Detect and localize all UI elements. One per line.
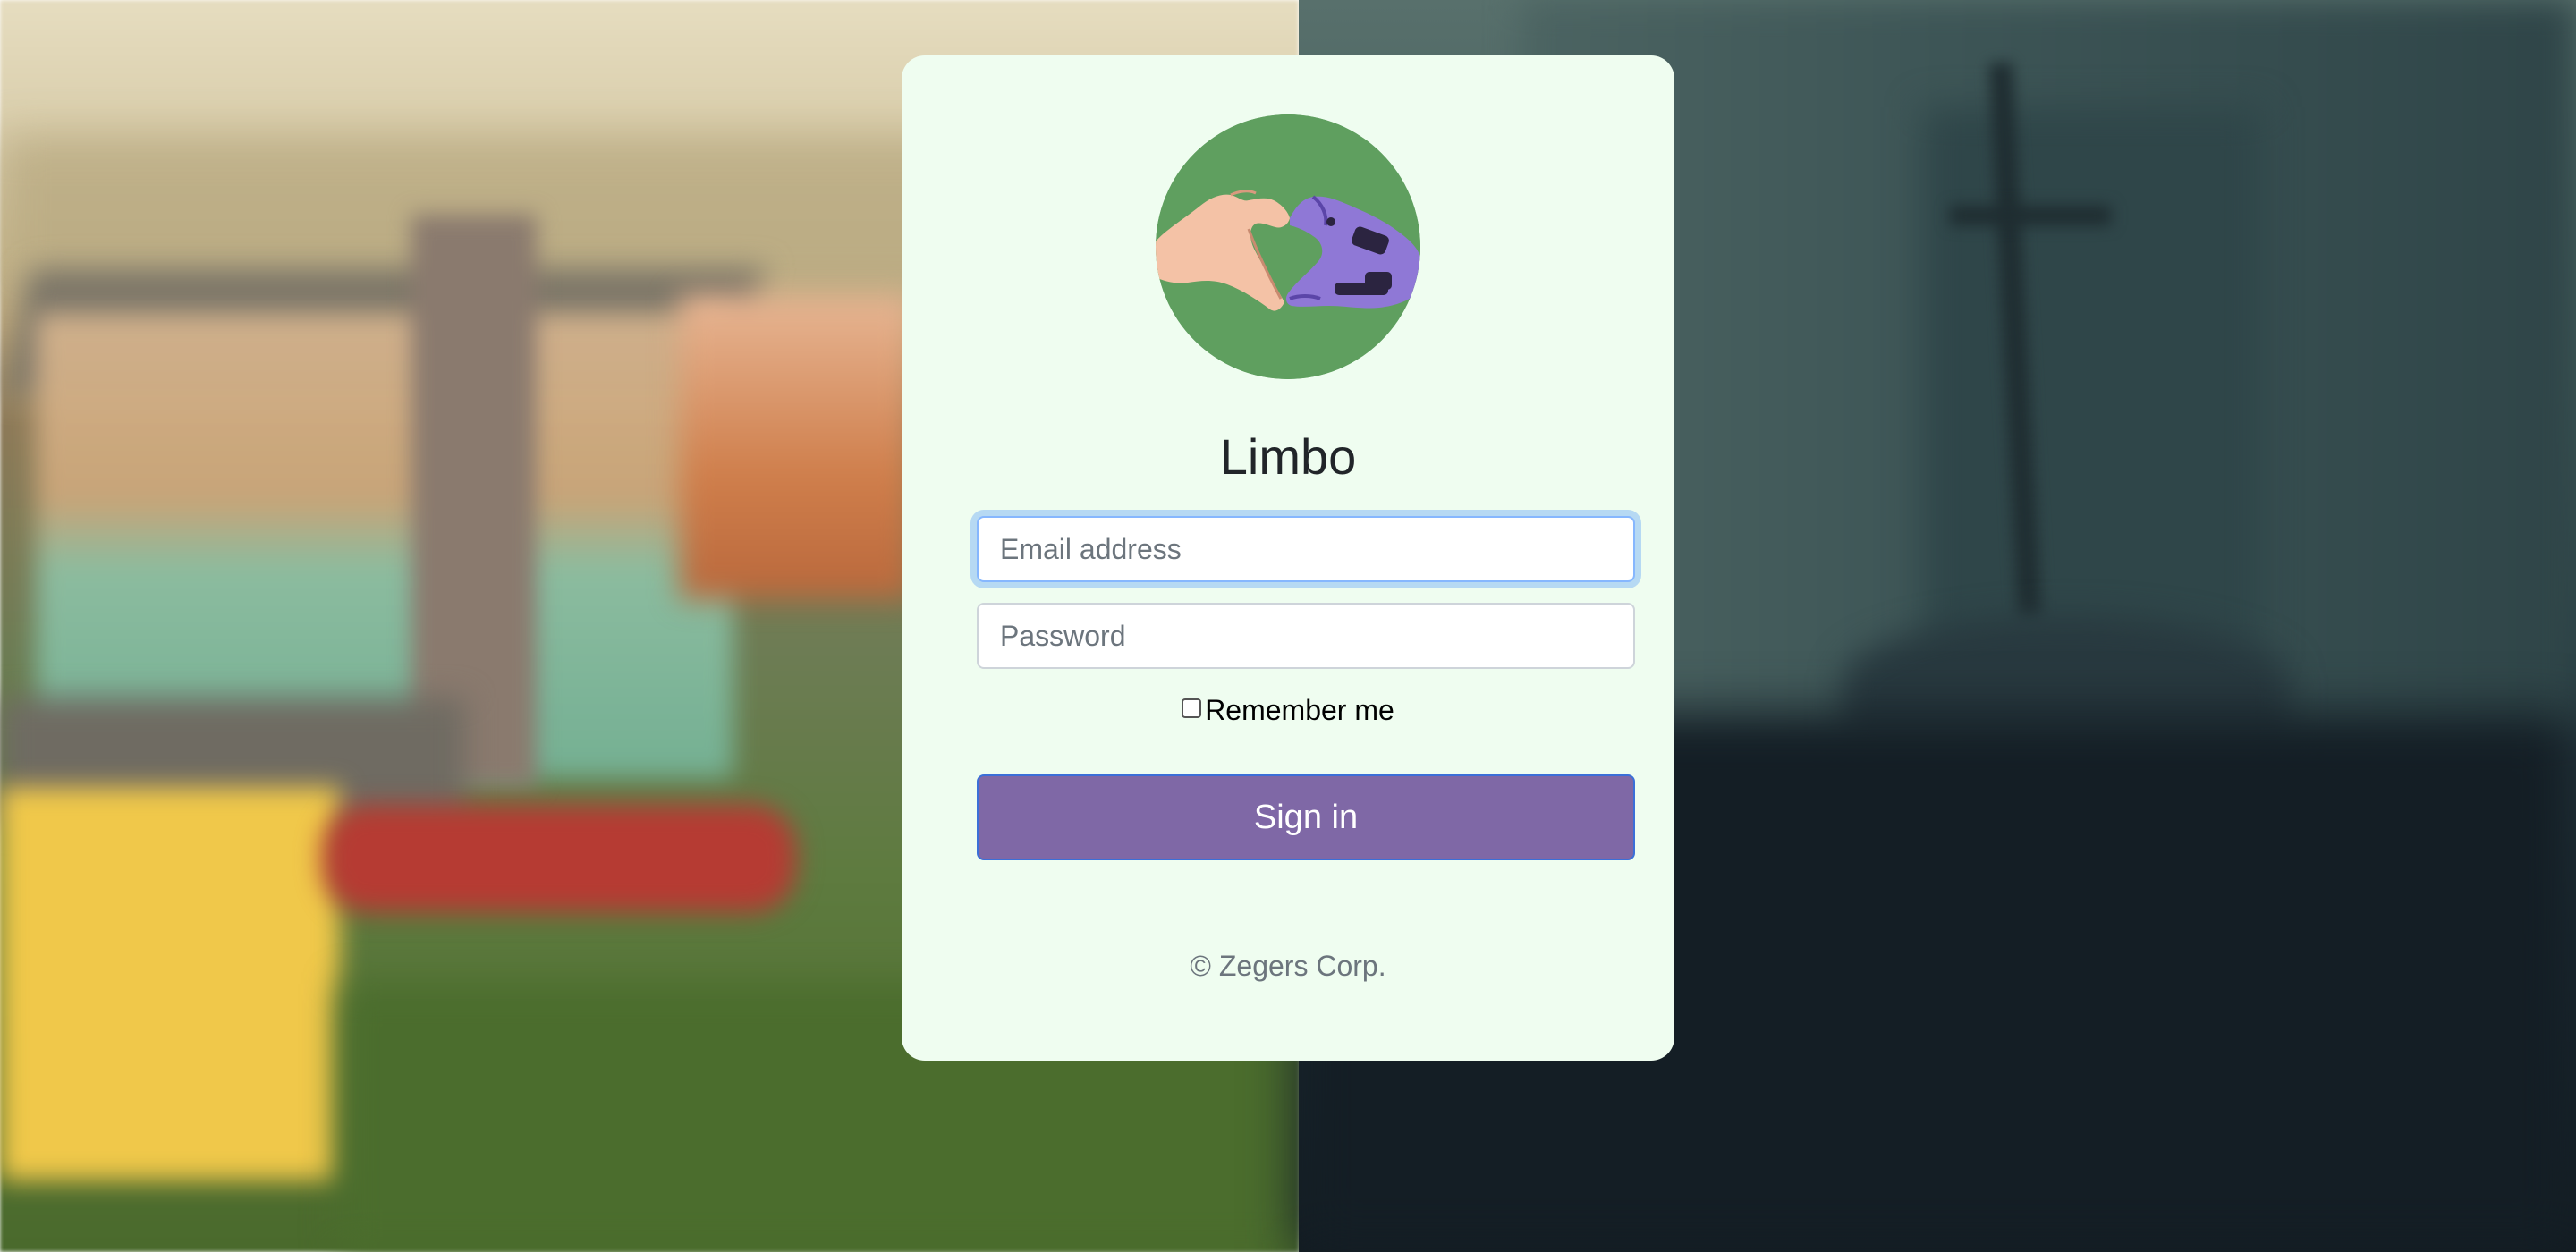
background-ruined-building-center — [1923, 107, 2263, 662]
app-title: Limbo — [1219, 428, 1357, 485]
sign-in-button[interactable]: Sign in — [977, 774, 1635, 860]
copyright-footer: © Zegers Corp. — [1190, 950, 1386, 982]
email-input[interactable] — [977, 516, 1635, 582]
background-yellow-house — [0, 787, 340, 1180]
login-card: Limbo Remember me Sign in © Zegers Corp. — [902, 55, 1674, 1061]
background-house-orange — [680, 295, 912, 599]
remember-me-row: Remember me — [902, 692, 1674, 727]
logo-avatar — [1156, 114, 1420, 379]
password-input[interactable] — [977, 603, 1635, 669]
remember-me-checkbox[interactable] — [1182, 698, 1202, 718]
background-pole-crossbar — [1950, 206, 2111, 225]
remember-me-label[interactable]: Remember me — [1205, 694, 1394, 726]
heart-hands-icon — [1156, 114, 1420, 379]
background-red-car — [322, 805, 796, 912]
